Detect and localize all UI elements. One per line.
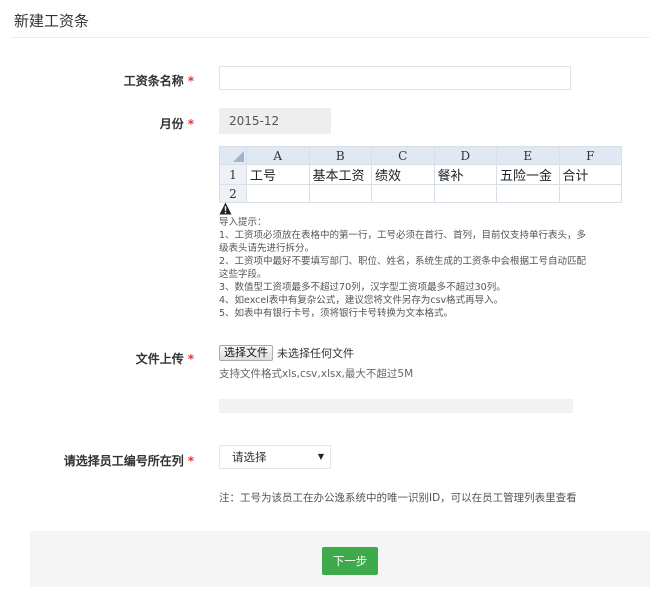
tips-title: 导入提示： [219,217,267,228]
upload-label-text: 文件上传 [135,352,184,366]
excel-corner [219,146,247,165]
tip-item: 2、工资项中最好不要填写部门、职位、姓名，系统生成的工资条中会根据工号自动匹配这… [219,256,587,280]
tip-item: 4、如excel表中有复杂公式，建议您将文件另存为csv格式再导入。 [219,295,504,306]
name-input[interactable] [219,66,571,90]
excel-col-header: E [496,146,560,165]
required-mark: * [187,352,194,366]
employee-column-label: 请选择员工编号所在列 * [64,452,194,469]
excel-cell: 绩效 [371,164,435,185]
tip-item: 1、工资项必须放在表格中的第一行，工号必须在首行、首列，目前仅支持单行表头，多级… [219,230,587,254]
employee-id-note: 注：工号为该员工在办公逸系统中的唯一识别ID，可以在员工管理列表里查看 [219,492,577,504]
upload-label: 文件上传 * [136,350,194,367]
import-tips: 导入提示： 1、工资项必须放在表格中的第一行，工号必须在首行、首列，目前仅支持单… [219,216,589,320]
excel-col-header: F [558,146,622,165]
required-mark: * [187,74,194,88]
excel-column-header-row: A B C D E F [219,146,622,165]
file-picker: 选择文件 未选择任何文件 [219,345,354,361]
tip-item: 5、如表中有银行卡号，须将银行卡号转换为文本格式。 [219,308,454,319]
file-format-hint: 支持文件格式xls,csv,xlsx,最大不超过5M [219,368,414,380]
excel-col-header: D [433,146,497,165]
excel-cell: 五险一金 [496,164,560,185]
excel-cell [433,184,497,203]
next-step-button[interactable]: 下一步 [322,547,378,575]
page-title: 新建工资条 [14,12,90,30]
name-label-text: 工资条名称 [123,74,184,88]
month-label-text: 月份 [159,117,184,131]
employee-column-label-text: 请选择员工编号所在列 [63,454,184,468]
warning-icon [219,202,232,215]
required-mark: * [187,117,194,131]
select-value: 请选择 [232,450,267,464]
excel-col-header: C [371,146,435,165]
excel-row: 1 工号 基本工资 绩效 餐补 五险一金 合计 [219,164,622,185]
tip-item: 3、数值型工资项最多不超过70列，汉字型工资项最多不超过30列。 [219,282,506,293]
excel-cell: 餐补 [433,164,497,185]
excel-cell [371,184,435,203]
month-field: 2015-12 [219,108,331,134]
file-status: 未选择任何文件 [277,347,354,360]
excel-sample-table: A B C D E F 1 工号 基本工资 绩效 餐补 五险一金 合计 2 [219,146,622,203]
name-label: 工资条名称 * [124,72,194,89]
excel-cell [496,184,560,203]
upload-progress-bar [219,399,573,413]
excel-row-number: 2 [219,184,247,203]
excel-row: 2 [219,184,622,203]
excel-cell [558,184,622,203]
triangle-down-icon: ▼ [317,452,324,461]
excel-row-number: 1 [219,164,247,185]
choose-file-button[interactable]: 选择文件 [219,345,273,361]
excel-cell: 工号 [246,164,310,185]
excel-cell: 基本工资 [308,164,372,185]
title-divider [10,37,650,38]
excel-cell [308,184,372,203]
month-label: 月份 * [160,115,194,132]
excel-corner-icon [233,151,244,162]
excel-cell [246,184,310,203]
excel-col-header: A [246,146,310,165]
excel-cell: 合计 [558,164,622,185]
required-mark: * [187,454,194,468]
employee-column-select[interactable]: 请选择 ▼ [219,445,331,469]
excel-col-header: B [308,146,372,165]
